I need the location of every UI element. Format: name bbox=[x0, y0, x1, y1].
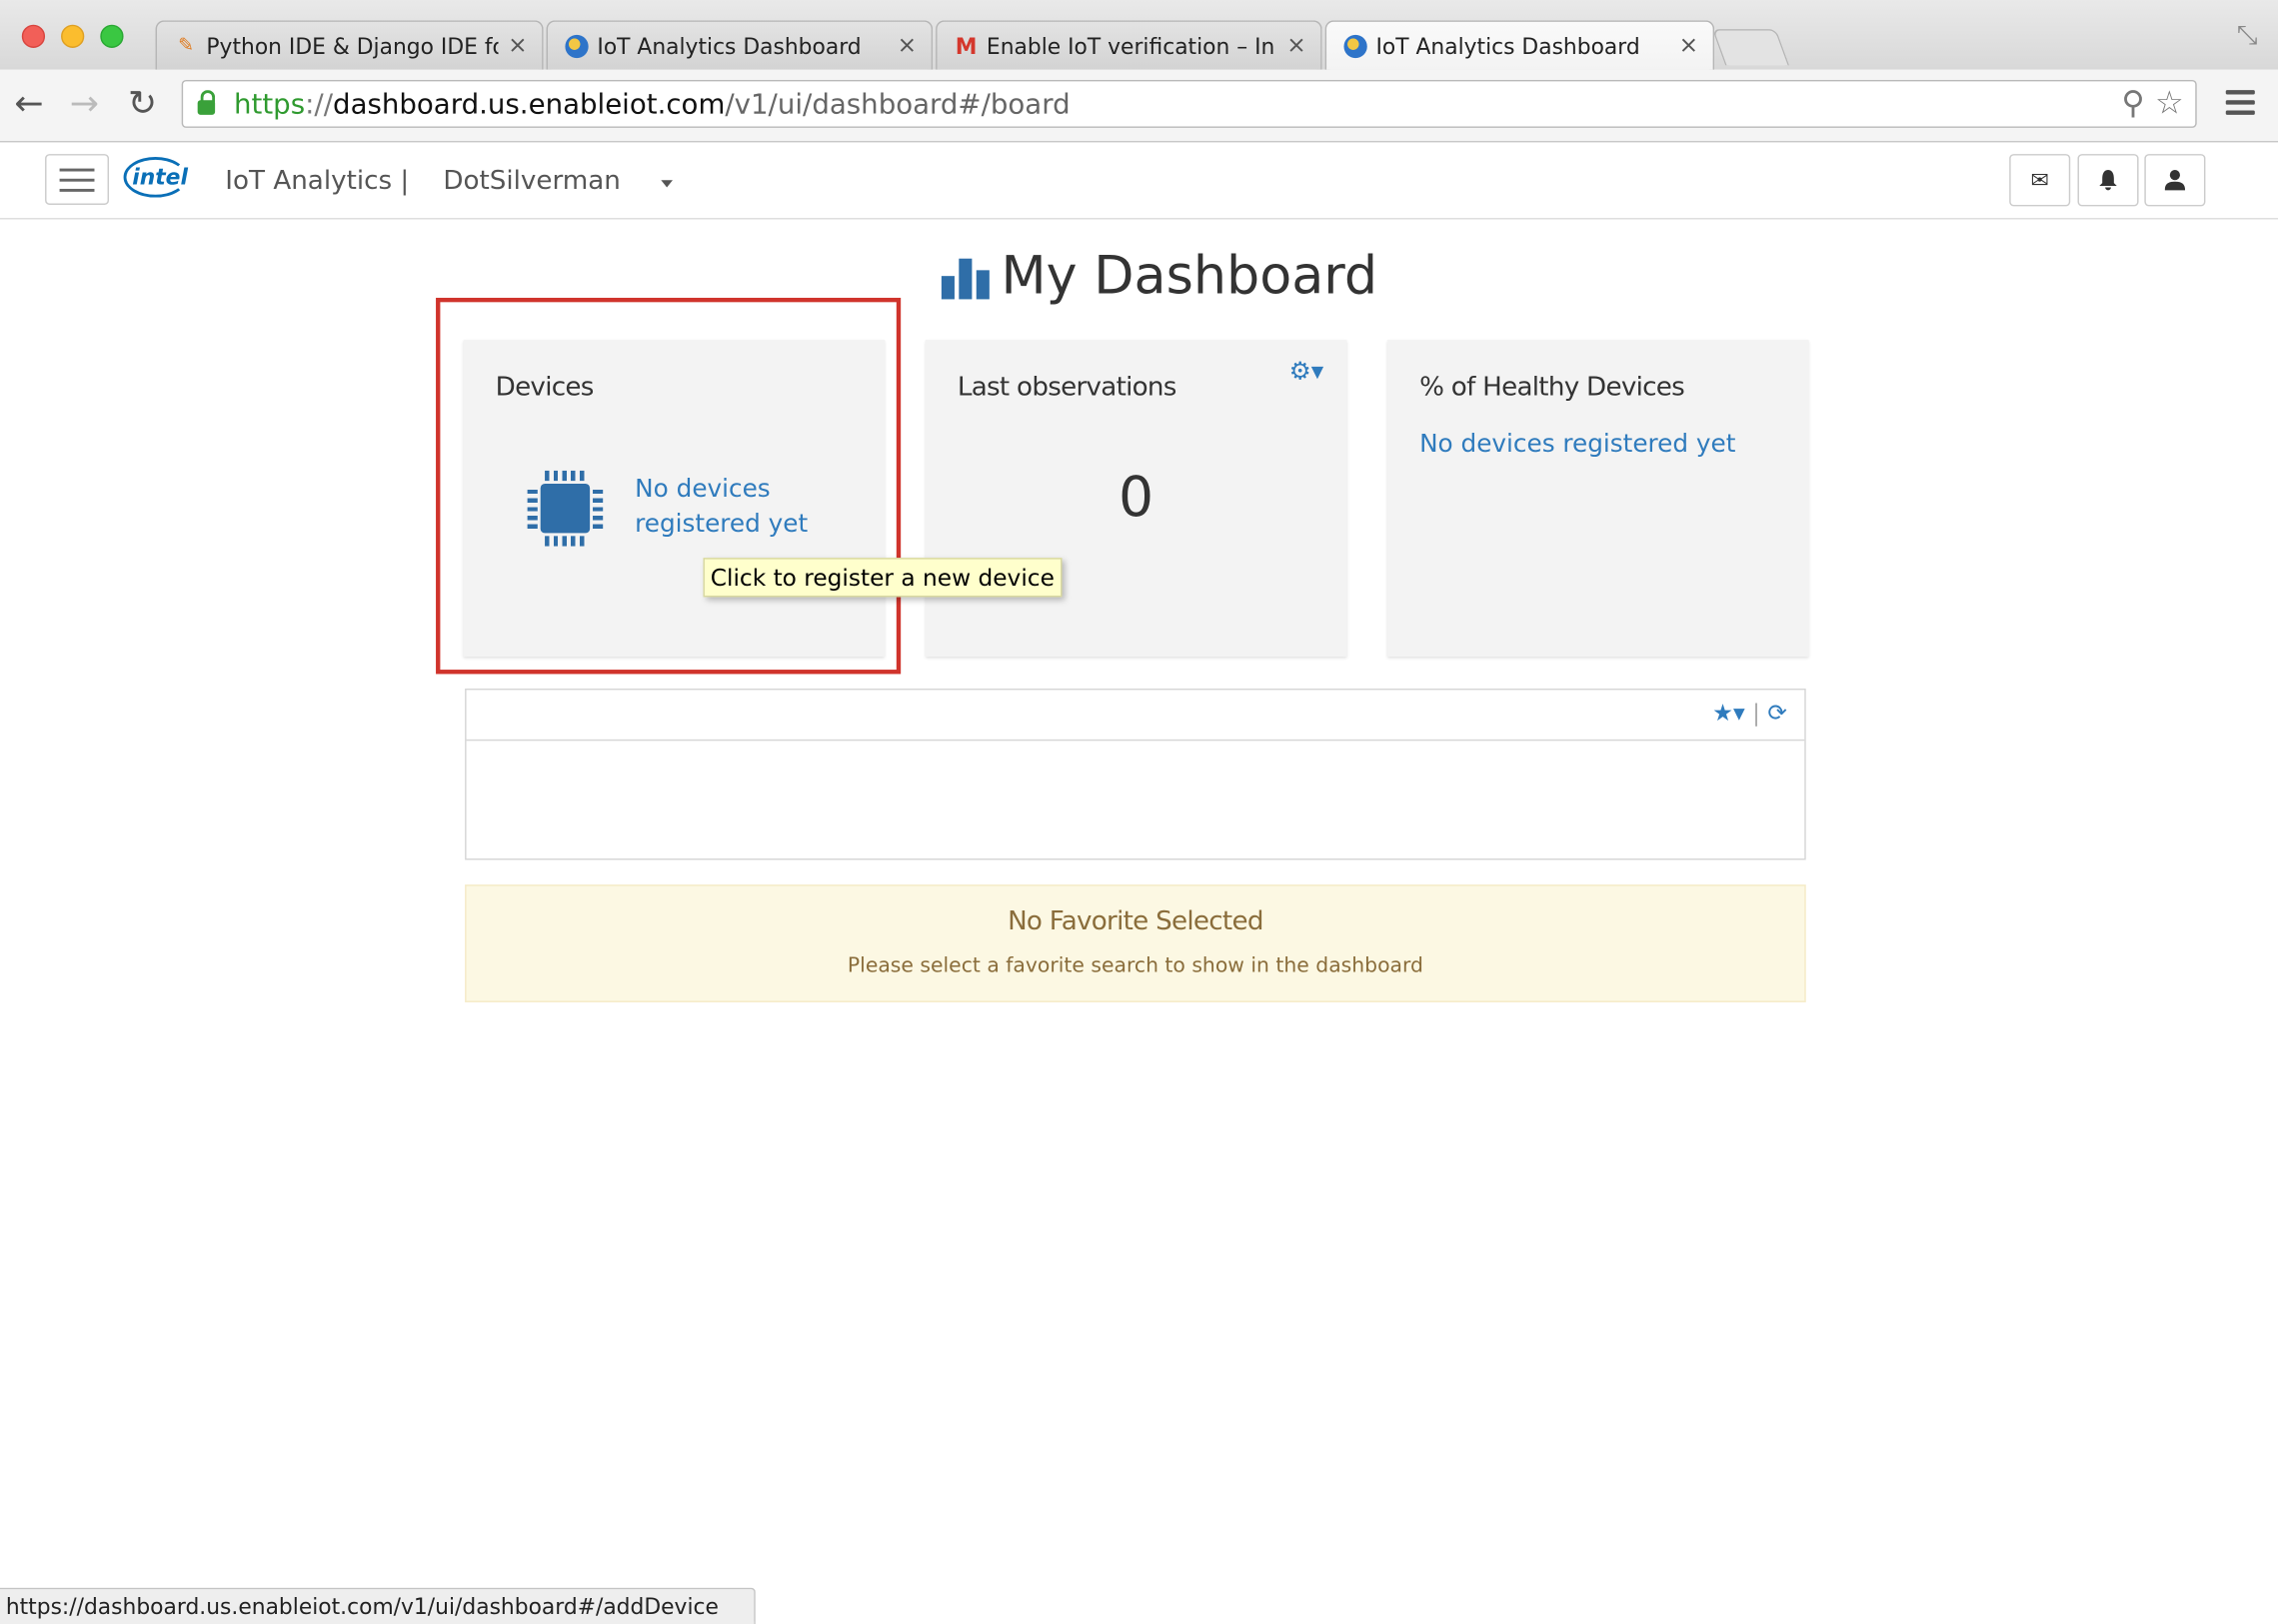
panel-header: ★▾ | ⟳ bbox=[466, 690, 1805, 742]
close-tab-icon[interactable]: × bbox=[1286, 31, 1305, 59]
browser-tab[interactable]: M Enable IoT verification – In × bbox=[936, 20, 1322, 70]
address-url[interactable]: https://dashboard.us.enableiot.com/v1/ui… bbox=[234, 89, 1071, 121]
card-title: Last observations bbox=[957, 372, 1177, 403]
user-profile-button[interactable] bbox=[2144, 154, 2206, 207]
last-observations-card: Last observations ⚙▾ 0 bbox=[925, 340, 1347, 657]
address-bar[interactable]: https://dashboard.us.enableiot.com/v1/ui… bbox=[181, 79, 2197, 128]
chevron-down-icon[interactable] bbox=[661, 180, 673, 188]
hamburger-menu-button[interactable] bbox=[45, 154, 110, 205]
gear-icon[interactable]: ⚙▾ bbox=[1289, 358, 1324, 387]
page-title-text: My Dashboard bbox=[1001, 247, 1378, 307]
new-tab-button[interactable] bbox=[1711, 29, 1790, 66]
bell-icon bbox=[2099, 170, 2117, 191]
observation-count: 0 bbox=[1119, 465, 1154, 530]
close-window-button[interactable] bbox=[21, 24, 46, 48]
close-tab-icon[interactable]: × bbox=[1679, 31, 1698, 59]
bookmark-star-icon[interactable]: ⚲ ☆ bbox=[2121, 86, 2183, 122]
secure-lock-icon bbox=[197, 90, 216, 115]
close-tab-icon[interactable]: × bbox=[898, 31, 917, 59]
favorite-star-icon[interactable]: ★▾ bbox=[1712, 699, 1745, 727]
gmail-icon: M bbox=[955, 33, 978, 60]
globe-icon bbox=[1343, 34, 1367, 59]
bar-chart-icon bbox=[941, 258, 991, 300]
back-arrow-icon[interactable]: ← bbox=[15, 83, 44, 124]
minimize-window-button[interactable] bbox=[61, 24, 85, 48]
panel-tools: ★▾ | ⟳ bbox=[1712, 699, 1787, 727]
account-selector[interactable]: DotSilverman bbox=[443, 166, 621, 197]
globe-icon bbox=[565, 34, 589, 59]
reload-icon[interactable]: ↻ bbox=[128, 83, 157, 124]
refresh-icon[interactable]: ⟳ bbox=[1767, 699, 1786, 727]
mail-icon: ✉ bbox=[2030, 167, 2049, 194]
browser-menu-icon[interactable] bbox=[2225, 90, 2255, 121]
close-tab-icon[interactable]: × bbox=[508, 31, 527, 59]
browser-tab[interactable]: IoT Analytics Dashboard × bbox=[546, 20, 934, 70]
favorites-panel: ★▾ | ⟳ bbox=[465, 688, 1806, 860]
app-header: intel IoT Analytics | DotSilverman ✉ bbox=[0, 142, 2278, 220]
tab-title: Enable IoT verification – In bbox=[986, 33, 1275, 60]
user-icon bbox=[2164, 170, 2186, 191]
browser-status-url: https://dashboard.us.enableiot.com/v1/ui… bbox=[0, 1587, 756, 1624]
browser-tab-strip: ✎ Python IDE & Django IDE fo × IoT Analy… bbox=[0, 0, 2278, 70]
pycharm-icon: ✎ bbox=[178, 34, 194, 57]
zoom-icon[interactable]: ⚲ bbox=[2121, 86, 2144, 122]
card-title: % of Healthy Devices bbox=[1419, 372, 1685, 403]
intel-logo: intel bbox=[123, 156, 191, 201]
healthy-devices-card: % of Healthy Devices No devices register… bbox=[1387, 340, 1809, 657]
browser-tab[interactable]: ✎ Python IDE & Django IDE fo × bbox=[155, 20, 544, 70]
browser-toolbar: ← → ↻ https://dashboard.us.enableiot.com… bbox=[0, 69, 2278, 143]
no-favorite-alert: No Favorite Selected Please select a fav… bbox=[465, 884, 1806, 1002]
browser-tab-active[interactable]: IoT Analytics Dashboard × bbox=[1324, 20, 1715, 70]
alert-title: No Favorite Selected bbox=[1008, 905, 1263, 937]
forward-arrow-icon[interactable]: → bbox=[70, 83, 99, 124]
messages-button[interactable]: ✉ bbox=[2009, 154, 2071, 207]
annotation-highlight-box bbox=[436, 297, 902, 675]
app-brand: IoT Analytics | bbox=[225, 165, 410, 197]
tab-title: IoT Analytics Dashboard bbox=[597, 33, 862, 60]
tooltip: Click to register a new device bbox=[703, 558, 1063, 598]
tab-title: IoT Analytics Dashboard bbox=[1375, 33, 1640, 60]
fullscreen-icon[interactable]: ⤡ bbox=[2237, 20, 2258, 51]
notifications-button[interactable] bbox=[2077, 154, 2139, 207]
zoom-window-button[interactable] bbox=[100, 24, 124, 48]
alert-text: Please select a favorite search to show … bbox=[847, 953, 1423, 978]
healthy-devices-link[interactable]: No devices registered yet bbox=[1419, 430, 1735, 459]
tab-title: Python IDE & Django IDE fo bbox=[206, 33, 499, 60]
